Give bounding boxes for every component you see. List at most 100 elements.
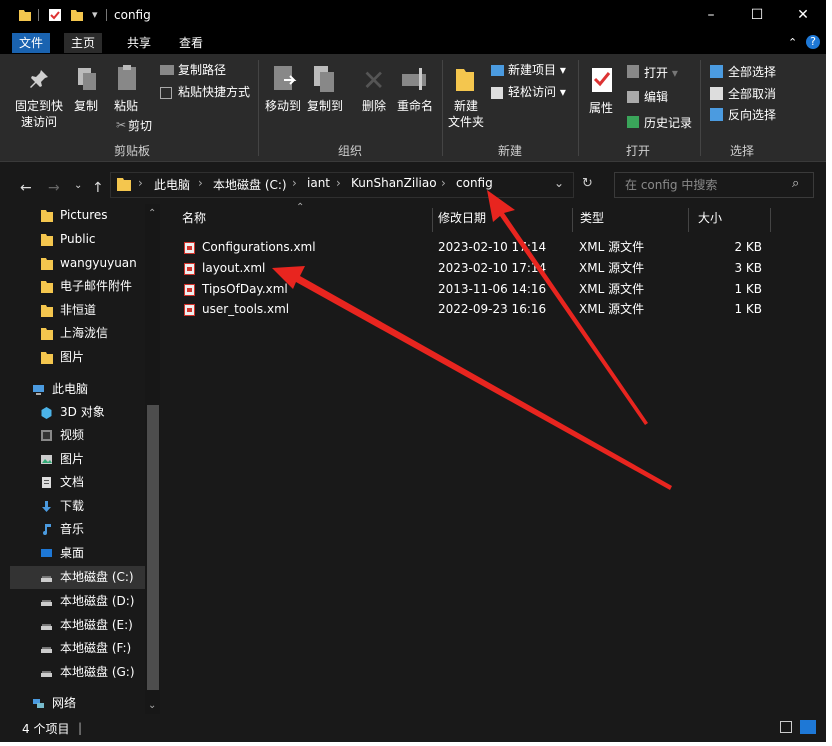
collapse-ribbon-icon[interactable]: ⌃: [788, 36, 797, 49]
qa-dropdown-icon[interactable]: ▾: [92, 8, 98, 21]
breadcrumb-iant[interactable]: iant: [307, 176, 330, 190]
group-label-organize: 组织: [337, 144, 362, 158]
sidebar-item[interactable]: 本地磁盘 (C:): [10, 566, 160, 589]
sidebar-item[interactable]: 视频: [10, 424, 160, 447]
recent-locations-icon[interactable]: ⌄: [74, 180, 82, 191]
minimize-button[interactable]: –: [688, 0, 734, 30]
address-dropdown-icon[interactable]: ⌄: [554, 176, 564, 190]
sidebar-item[interactable]: 桌面: [10, 542, 160, 565]
tab-home[interactable]: 主页: [64, 33, 103, 53]
help-icon[interactable]: ?: [806, 35, 820, 49]
cut-button[interactable]: 剪切: [128, 118, 152, 134]
new-item-button[interactable]: 新建项目 ▾: [508, 62, 566, 78]
copy-path-button[interactable]: 复制路径: [178, 62, 226, 78]
sidebar-item[interactable]: 文档: [10, 471, 160, 494]
back-button[interactable]: ←: [20, 180, 32, 196]
status-bar: 4 个项目 |: [0, 716, 826, 742]
drive-icon: [41, 647, 52, 653]
sidebar-item[interactable]: 本地磁盘 (F:): [10, 637, 160, 660]
tab-share[interactable]: 共享: [120, 33, 158, 53]
large-icons-view-icon[interactable]: [800, 720, 816, 734]
properties-button[interactable]: 属性: [584, 100, 618, 116]
sidebar-item-label: 网络: [52, 696, 77, 710]
sidebar-item[interactable]: wangyuyuan: [10, 252, 160, 275]
copy-button[interactable]: 复制: [70, 98, 102, 114]
file-row[interactable]: user_tools.xml 2022-09-23 16:16 XML 源文件 1 K…: [176, 299, 776, 320]
delete-icon: ✕: [362, 64, 386, 97]
move-to-button[interactable]: 移动到: [263, 98, 303, 114]
sidebar-item[interactable]: 音乐: [10, 518, 160, 541]
breadcrumb-kunshanziliao[interactable]: KunShanZiliao: [351, 176, 437, 190]
sidebar-item[interactable]: 本地磁盘 (G:): [10, 661, 160, 684]
file-row[interactable]: Configurations.xml 2023-02-10 17:14 XML 源文…: [176, 237, 776, 258]
new-folder-quick-icon[interactable]: [70, 8, 84, 22]
drive-icon: [41, 576, 52, 582]
edit-button[interactable]: 编辑: [644, 89, 668, 105]
sort-indicator-icon: ⌃: [296, 202, 305, 213]
desktop-icon: [41, 549, 52, 557]
file-modified-date: 2023-02-10 17:14: [438, 261, 547, 275]
rename-button[interactable]: 重命名: [394, 98, 436, 114]
properties-quick-icon[interactable]: [48, 8, 62, 22]
column-header-type[interactable]: 类型: [580, 208, 604, 232]
sidebar-item[interactable]: 3D 对象: [10, 401, 160, 424]
delete-button[interactable]: 删除: [358, 98, 390, 114]
navigation-pane: Pictures Public wangyuyuan 电子邮件附件 非恒道 上海泷信 图片此…: [10, 204, 160, 714]
sidebar-item[interactable]: 网络: [10, 692, 160, 715]
sidebar-item[interactable]: 下载: [10, 495, 160, 518]
tab-view[interactable]: 查看: [172, 33, 210, 53]
invert-selection-button[interactable]: 反向选择: [728, 107, 776, 123]
sidebar-item[interactable]: 上海泷信: [10, 322, 160, 345]
sidebar-item[interactable]: 本地磁盘 (D:): [10, 590, 160, 613]
maximize-button[interactable]: ☐: [734, 0, 780, 30]
folder-icon: [41, 234, 53, 246]
sidebar-item[interactable]: Pictures: [10, 204, 160, 227]
copy-to-button[interactable]: 复制到: [305, 98, 345, 114]
file-name[interactable]: Configurations.xml: [202, 237, 316, 258]
sidebar-item[interactable]: 电子邮件附件: [10, 275, 160, 298]
close-button[interactable]: ✕: [780, 0, 826, 30]
sidebar-scroll-thumb[interactable]: [147, 405, 159, 690]
file-row[interactable]: layout.xml 2023-02-10 17:14 XML 源文件 3 KB: [176, 258, 776, 279]
history-button[interactable]: 历史记录: [644, 115, 692, 131]
sidebar-item-label: 本地磁盘 (F:): [60, 641, 132, 655]
sidebar-item[interactable]: 非恒道: [10, 299, 160, 322]
file-row[interactable]: TipsOfDay.xml 2013-11-06 14:16 XML 源文件 1 KB: [176, 279, 776, 300]
folder-icon: [41, 210, 53, 222]
sidebar-item[interactable]: 本地磁盘 (E:): [10, 614, 160, 637]
new-folder-button[interactable]: 新建 文件夹: [446, 98, 486, 130]
details-view-icon[interactable]: [780, 721, 792, 733]
folder-icon: [19, 10, 31, 21]
file-name[interactable]: layout.xml: [202, 258, 265, 279]
refresh-icon[interactable]: ↻: [582, 176, 593, 191]
sidebar-item[interactable]: 图片: [10, 346, 160, 369]
group-label-new: 新建: [497, 144, 522, 158]
breadcrumb-this-pc[interactable]: 此电脑: [154, 176, 190, 193]
select-all-button[interactable]: 全部选择: [728, 64, 776, 80]
column-header-date[interactable]: 修改日期: [438, 208, 486, 232]
easy-access-button[interactable]: 轻松访问 ▾: [508, 84, 566, 100]
folder-icon: [41, 258, 53, 270]
select-none-button[interactable]: 全部取消: [728, 86, 776, 102]
up-button[interactable]: ↑: [92, 180, 104, 196]
scroll-down-icon[interactable]: ⌄: [148, 700, 156, 711]
pin-quick-access-button[interactable]: 固定到快 速访问: [14, 98, 64, 130]
scroll-up-icon[interactable]: ⌃: [148, 208, 156, 219]
forward-button[interactable]: →: [48, 180, 60, 196]
tab-file[interactable]: 文件: [12, 33, 51, 53]
column-header-size[interactable]: 大小: [698, 208, 722, 232]
sidebar-item[interactable]: 此电脑: [10, 378, 160, 401]
paste-shortcut-button[interactable]: 粘贴快捷方式: [178, 84, 250, 100]
group-label-select: 选择: [729, 144, 754, 158]
file-name[interactable]: TipsOfDay.xml: [202, 279, 288, 300]
search-input[interactable]: 在 config 中搜索: [614, 172, 814, 198]
open-button[interactable]: 打开 ▾: [644, 65, 678, 81]
column-header-name[interactable]: 名称: [182, 208, 206, 232]
sidebar-item[interactable]: Public: [10, 228, 160, 251]
breadcrumb-config[interactable]: config: [456, 176, 493, 190]
breadcrumb-drive-c[interactable]: 本地磁盘 (C:): [213, 176, 287, 193]
sidebar-item[interactable]: 图片: [10, 448, 160, 471]
file-name[interactable]: user_tools.xml: [202, 299, 289, 320]
paste-button[interactable]: 粘贴: [110, 98, 142, 114]
drive-icon: [41, 671, 52, 677]
